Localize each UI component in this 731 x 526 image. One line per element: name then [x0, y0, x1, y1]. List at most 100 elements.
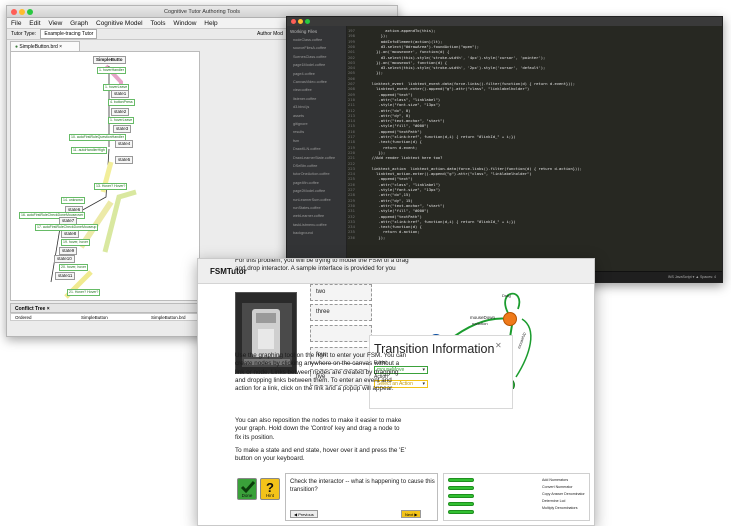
- line-number: 216: [348, 128, 355, 134]
- code-line: d3.select("#drawArea").foundAction("open…: [367, 43, 480, 49]
- hint-button[interactable]: ? Hint: [260, 478, 280, 500]
- menu-file[interactable]: File: [11, 20, 21, 27]
- fsm-state[interactable]: [503, 312, 517, 326]
- minimize-window-icon[interactable]: [298, 19, 303, 24]
- zoom-window-icon[interactable]: [27, 9, 33, 15]
- drop-slot[interactable]: [310, 325, 372, 342]
- code-line: .attr("class", "linklabel"): [367, 96, 441, 102]
- graph-link[interactable]: 21. Hover? Hover?: [67, 289, 101, 296]
- close-tab-icon[interactable]: ×: [59, 44, 62, 50]
- file-item[interactable]: tutorOneAction.coffee: [293, 172, 330, 176]
- line-number: 200: [348, 43, 355, 49]
- skill-meter-panel: Add Numerators Convert Numerator Copy An…: [443, 473, 590, 521]
- code-line: .attr("text-anchor", "start"): [367, 118, 445, 124]
- code-line: .style("font-size", "13px"): [367, 187, 441, 192]
- menu-window[interactable]: Window: [173, 20, 196, 27]
- line-number: 225: [348, 176, 355, 182]
- state-node[interactable]: state4: [115, 140, 134, 148]
- code-line: .style("fill", "#000"): [367, 208, 429, 214]
- drop-slot[interactable]: two: [310, 284, 372, 301]
- file-item[interactable]: webLearner.coffee: [293, 214, 324, 218]
- close-window-icon[interactable]: [291, 19, 296, 24]
- file-item[interactable]: ScenesClass.coffee: [293, 55, 327, 59]
- line-number: 234: [348, 224, 355, 230]
- behavior-graph-canvas[interactable]: SimpleButto 1. hoverHandler 1. hoverLeav…: [10, 51, 200, 301]
- line-number: 203: [348, 59, 355, 65]
- drop-slot[interactable]: three: [310, 304, 372, 321]
- hint-box: Check the interactor -- what is happenin…: [285, 473, 438, 521]
- graph-link[interactable]: 4. buttonPress: [108, 99, 135, 106]
- line-number: 207: [348, 81, 355, 86]
- state-node[interactable]: state3: [113, 125, 132, 133]
- state-node[interactable]: state2: [111, 108, 130, 116]
- graph-link[interactable]: 19. hover, hover: [61, 239, 91, 246]
- file-item[interactable]: runLearnerSum.coffee: [293, 198, 331, 202]
- file-item[interactable]: gitignore: [293, 122, 308, 126]
- file-item[interactable]: nodeClass.coffee: [293, 38, 322, 42]
- next-button[interactable]: Next ▶: [401, 510, 422, 518]
- graph-link[interactable]: 13. Hover? Hover?: [94, 183, 128, 190]
- tutor-type-select[interactable]: Example-tracing Tutor: [40, 29, 98, 39]
- state-node[interactable]: state11: [55, 272, 76, 280]
- conflict-tab-close-icon[interactable]: ×: [47, 306, 50, 312]
- arrow-right-icon: ▶: [414, 512, 418, 517]
- start-node[interactable]: SimpleButto: [93, 56, 126, 64]
- column-header: Ordered: [15, 315, 32, 320]
- code-line: .style("fill", "#000"): [367, 123, 429, 129]
- code-line: .attr("dy", 0): [367, 112, 411, 118]
- file-item[interactable]: listener.coffee: [293, 97, 316, 101]
- file-item[interactable]: assets: [293, 114, 304, 118]
- code-line: d3.select(this).style('stroke-width', '2…: [367, 65, 546, 71]
- graph-tab-icon: ●: [15, 44, 19, 50]
- done-button[interactable]: Done: [237, 478, 257, 500]
- graph-link[interactable]: 1. hoverLeave: [108, 117, 135, 124]
- file-item[interactable]: taskListmenu.coffee: [293, 223, 327, 227]
- state-node[interactable]: state5: [115, 156, 134, 164]
- menu-help[interactable]: Help: [204, 20, 217, 27]
- state-node[interactable]: state10: [54, 255, 75, 263]
- code-line: action.appendTo(this);: [367, 28, 436, 33]
- state-node[interactable]: state8: [61, 230, 80, 238]
- file-item[interactable]: page4fin.coffee: [293, 181, 319, 185]
- menu-cognitive-model[interactable]: Cognitive Model: [96, 20, 143, 27]
- file-item[interactable]: sourceFilesA.coffee: [293, 46, 326, 50]
- zoom-window-icon[interactable]: [305, 19, 310, 24]
- file-item[interactable]: view.coffee: [293, 88, 312, 92]
- file-item[interactable]: page4.coffee: [293, 72, 315, 76]
- line-number: 235: [348, 229, 355, 235]
- graph-link[interactable]: 1. hoverHandler: [97, 67, 126, 74]
- menu-view[interactable]: View: [48, 20, 62, 27]
- code-area[interactable]: 197 198 199 200 201 202 203 204 205 206 207 208 209 2…: [347, 26, 722, 273]
- file-item[interactable]: page2Model.coffee: [293, 189, 325, 193]
- graph-link[interactable]: 17. autoFirstRuleCheckDoneMouseup: [35, 224, 99, 231]
- graph-tab[interactable]: ● SimpleButton.brd ×: [10, 41, 80, 51]
- file-item[interactable]: runStates.coffee: [293, 206, 321, 210]
- skill-label: Multiply Denominators: [542, 506, 578, 510]
- state-node[interactable]: state9: [59, 247, 78, 255]
- previous-button[interactable]: ◀ Previous: [290, 510, 318, 518]
- menu-tools[interactable]: Tools: [150, 20, 165, 27]
- instructions-paragraph-1: Use the graphing tool on the right to en…: [235, 352, 407, 393]
- state-node[interactable]: state1: [111, 90, 130, 98]
- graph-link[interactable]: 14. unknown: [61, 197, 85, 204]
- close-window-icon[interactable]: [11, 9, 17, 15]
- skill-label: Add Numerators: [542, 478, 569, 482]
- file-item[interactable]: background: [293, 231, 313, 235]
- line-number: 227: [348, 187, 355, 192]
- file-item[interactable]: DSeBtn.coffee: [293, 164, 317, 168]
- menu-graph[interactable]: Graph: [70, 20, 88, 27]
- skill-bar: [448, 494, 474, 498]
- file-item[interactable]: results: [293, 130, 304, 134]
- file-item[interactable]: fsm: [293, 139, 299, 143]
- close-popup-icon[interactable]: ✕: [495, 341, 502, 350]
- file-item[interactable]: CanvasVideo.coffee: [293, 80, 327, 84]
- code-line: linktext_action.enter().append("g").attr…: [367, 171, 532, 177]
- graph-link[interactable]: 11. autoHandlerHigh: [71, 147, 107, 154]
- file-item[interactable]: page1Model.coffee: [293, 63, 325, 67]
- file-item[interactable]: DrawKLN.coffee: [293, 147, 321, 151]
- graph-link[interactable]: 20. hover, hover: [59, 264, 89, 271]
- file-item[interactable]: d3.bind.js: [293, 105, 309, 109]
- menu-edit[interactable]: Edit: [29, 20, 40, 27]
- minimize-window-icon[interactable]: [19, 9, 25, 15]
- file-item[interactable]: DrawLearnerState.coffee: [293, 156, 335, 160]
